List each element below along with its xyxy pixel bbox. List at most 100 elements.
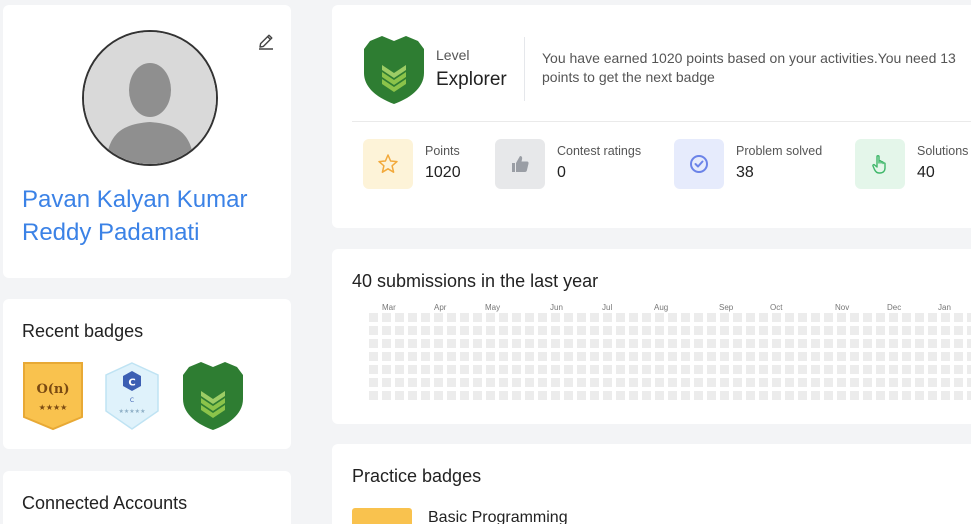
heatmap-cell <box>564 339 573 348</box>
month-label: Oct <box>770 303 783 312</box>
heatmap-cell <box>655 313 664 322</box>
heatmap-cell <box>811 352 820 361</box>
heatmap-cell <box>928 365 937 374</box>
heatmap-cell <box>941 378 950 387</box>
heatmap-cell <box>655 326 664 335</box>
heatmap-cell <box>434 313 443 322</box>
heatmap-cell <box>954 378 963 387</box>
heatmap-cell <box>538 378 547 387</box>
heatmap-cell <box>694 326 703 335</box>
heatmap-cell <box>499 339 508 348</box>
heatmap-cell <box>473 352 482 361</box>
heatmap-cell <box>577 313 586 322</box>
heatmap-cell <box>577 352 586 361</box>
heatmap-cell <box>590 313 599 322</box>
pointer-hand-icon <box>855 139 905 189</box>
level-message-line-2: points to get the next badge <box>542 69 715 85</box>
heatmap-cell <box>915 365 924 374</box>
heatmap-cell <box>824 391 833 400</box>
heatmap-cell <box>863 339 872 348</box>
explorer-shield-icon <box>362 35 426 110</box>
heatmap-cell <box>889 326 898 335</box>
heatmap-cell <box>525 339 534 348</box>
month-label: Jul <box>602 303 613 312</box>
heatmap-cell <box>928 313 937 322</box>
connected-accounts-card: Connected Accounts <box>3 471 291 524</box>
heatmap-cell <box>642 326 651 335</box>
stat-problems-solved-value: 38 <box>736 164 754 181</box>
heatmap-cell <box>876 339 885 348</box>
heatmap-cell <box>460 326 469 335</box>
heatmap-cell <box>785 391 794 400</box>
heatmap-cell <box>681 365 690 374</box>
heatmap-cell <box>668 313 677 322</box>
stat-solutions-label: Solutions <box>917 144 969 158</box>
month-label: Jan <box>938 303 951 312</box>
heatmap-cell <box>928 339 937 348</box>
heatmap-cell <box>720 378 729 387</box>
heatmap-cell <box>837 313 846 322</box>
heatmap-cell <box>473 313 482 322</box>
stat-points-label: Points <box>425 144 460 158</box>
practice-badges-card: Practice badges Basic Programming <box>332 444 971 524</box>
heatmap-cell <box>655 352 664 361</box>
heatmap-cell <box>447 313 456 322</box>
heatmap-cell <box>668 378 677 387</box>
submissions-title: 40 submissions in the last year <box>352 271 599 291</box>
c-language-badge-icon[interactable]: C C ★★★★★ <box>102 361 162 436</box>
profile-name: Pavan Kalyan Kumar Reddy Padamati <box>22 186 248 246</box>
big-o-badge-icon[interactable]: O(n) ★★★★ <box>22 361 84 436</box>
heatmap-cell <box>629 339 638 348</box>
heatmap-cell <box>382 391 391 400</box>
heatmap-cell <box>694 391 703 400</box>
heatmap-cell <box>785 378 794 387</box>
heatmap-cell <box>876 313 885 322</box>
heatmap-cell <box>746 339 755 348</box>
practice-badge-label[interactable]: Basic Programming <box>428 509 568 524</box>
explorer-shield-icon[interactable] <box>181 361 245 436</box>
heatmap-cell <box>798 391 807 400</box>
heatmap-cell <box>694 352 703 361</box>
heatmap-cell <box>967 326 971 335</box>
heatmap-cell <box>928 378 937 387</box>
heatmap-cell <box>447 326 456 335</box>
basic-programming-badge-icon[interactable] <box>352 508 412 524</box>
month-label: May <box>485 303 501 312</box>
heatmap-cell <box>499 313 508 322</box>
heatmap-cell <box>603 313 612 322</box>
heatmap-cell <box>421 378 430 387</box>
heatmap-cell <box>590 326 599 335</box>
edit-pencil-icon[interactable] <box>256 31 276 51</box>
heatmap-cell <box>824 313 833 322</box>
heatmap-cell <box>447 339 456 348</box>
heatmap-cell <box>499 365 508 374</box>
heatmap-cell <box>954 339 963 348</box>
heatmap-cell <box>551 352 560 361</box>
heatmap-cell <box>395 378 404 387</box>
heatmap-cell <box>551 391 560 400</box>
heatmap-cell <box>486 378 495 387</box>
heatmap-cell <box>369 313 378 322</box>
heatmap-cell <box>564 352 573 361</box>
heatmap-cell <box>707 378 716 387</box>
heatmap-cell <box>655 365 664 374</box>
heatmap-cell <box>564 365 573 374</box>
heatmap-cell <box>369 391 378 400</box>
heatmap-cell <box>564 326 573 335</box>
heatmap-cell <box>408 378 417 387</box>
heatmap-cell <box>616 378 625 387</box>
heatmap-cell <box>707 391 716 400</box>
heatmap-cell <box>603 326 612 335</box>
heatmap-cell <box>876 378 885 387</box>
heatmap-cell <box>655 391 664 400</box>
heatmap-cell <box>733 352 742 361</box>
heatmap-cell <box>915 391 924 400</box>
heatmap-cell <box>395 352 404 361</box>
heatmap-cell <box>369 378 378 387</box>
heatmap-cell <box>798 365 807 374</box>
heatmap-cell <box>382 352 391 361</box>
heatmap-cell <box>369 326 378 335</box>
heatmap-cell <box>694 313 703 322</box>
heatmap-cell <box>772 391 781 400</box>
heatmap-cell <box>889 313 898 322</box>
